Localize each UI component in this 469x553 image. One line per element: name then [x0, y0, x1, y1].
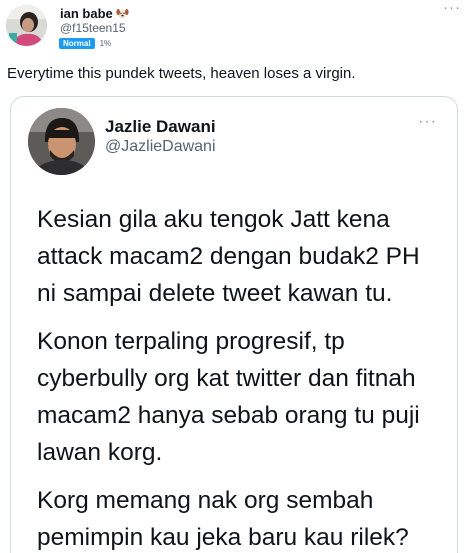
account-badge-row: Normal 1%	[59, 38, 111, 49]
more-horizontal-icon[interactable]: ···	[443, 0, 461, 15]
quoted-paragraph: Kesian gila aku tengok Jatt kena attack …	[37, 206, 420, 307]
avatar-photo-icon	[28, 108, 95, 175]
user-handle[interactable]: @f15teen15	[60, 21, 126, 35]
user-avatar[interactable]	[6, 5, 47, 46]
quoted-user-avatar[interactable]	[28, 108, 95, 175]
quoted-display-name[interactable]: Jazlie Dawani	[105, 117, 216, 137]
avatar-photo-icon	[6, 5, 47, 46]
display-name-text: ian babe	[60, 6, 113, 21]
tweet-page: ian babe @f15teen15 Normal 1% ··· Everyt…	[0, 0, 469, 553]
display-name[interactable]: ian babe	[60, 6, 129, 21]
normal-badge: Normal	[59, 38, 95, 49]
quoted-tweet-body: Kesian gila aku tengok Jatt kena attack …	[37, 201, 452, 553]
quoted-paragraph: Konon terpaling progresif, tp cyberbully…	[37, 328, 420, 466]
quoted-user-handle[interactable]: @JazlieDawani	[105, 138, 216, 156]
quoted-paragraph: Korg memang nak org sembah pemimpin kau …	[37, 487, 409, 551]
more-horizontal-icon[interactable]: ···	[418, 113, 437, 131]
badge-percent: 1%	[99, 39, 112, 48]
quoted-tweet-card[interactable]: Jazlie Dawani @JazlieDawani ··· Kesian g…	[10, 96, 458, 553]
tweet-text: Everytime this pundek tweets, heaven los…	[7, 65, 356, 82]
dog-face-emoji-icon	[116, 9, 129, 19]
